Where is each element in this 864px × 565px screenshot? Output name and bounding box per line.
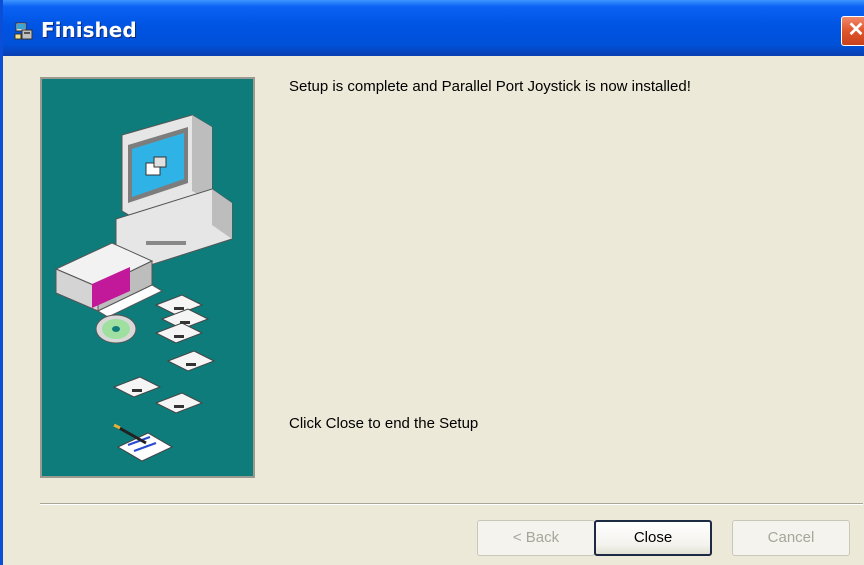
completion-message: Setup is complete and Parallel Port Joys… xyxy=(289,78,691,95)
setup-window: Finished ✕ Setup is complete and Paralle… xyxy=(0,0,864,565)
floppy-disk-icon xyxy=(112,294,216,414)
side-panel xyxy=(40,77,255,478)
window-title: Finished xyxy=(41,18,137,42)
back-button[interactable]: < Back xyxy=(477,520,595,556)
document-pen-icon xyxy=(113,423,174,462)
computer-illustration xyxy=(54,114,233,462)
cancel-button[interactable]: Cancel xyxy=(732,520,850,556)
close-button[interactable]: Close xyxy=(594,520,712,556)
dialog-content: Setup is complete and Parallel Port Joys… xyxy=(3,56,864,565)
cd-icon xyxy=(95,314,137,344)
setup-icon xyxy=(14,22,33,40)
instruction-message: Click Close to end the Setup xyxy=(289,415,479,432)
title-bar[interactable]: Finished ✕ xyxy=(3,0,864,56)
divider xyxy=(40,503,863,505)
close-icon[interactable]: ✕ xyxy=(841,16,864,46)
